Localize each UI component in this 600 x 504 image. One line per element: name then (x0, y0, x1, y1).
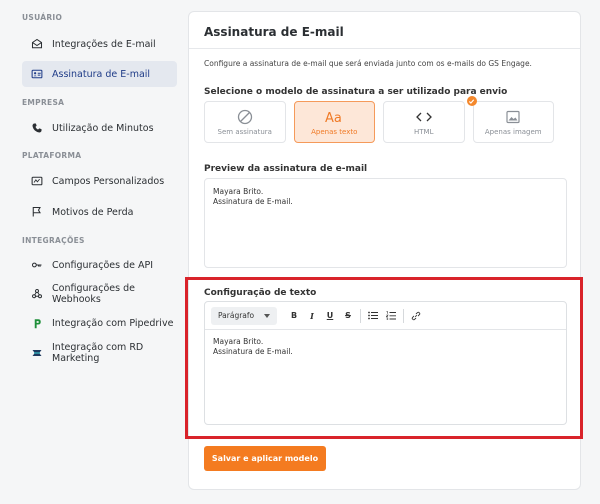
sidebar-item-label: Campos Personalizados (52, 175, 165, 187)
preview-line: Mayara Brito. (213, 187, 264, 196)
highlight-box (185, 277, 583, 439)
sidebar-item-integracoes-email[interactable]: Integrações de E-mail (22, 31, 177, 57)
section-title-empresa: EMPRESA (22, 98, 65, 107)
mail-icon (30, 37, 44, 51)
sidebar-item-assinatura-email[interactable]: Assinatura de E-mail (22, 61, 177, 87)
svg-text:Aa: Aa (325, 111, 342, 125)
sidebar-item-pipedrive[interactable]: Integração com Pipedrive (22, 310, 177, 336)
sidebar: USUÁRIO Integrações de E-mail Assinatura… (0, 0, 185, 504)
sidebar-item-label: Integrações de E-mail (52, 38, 156, 50)
no-signature-icon (237, 109, 253, 125)
option-html[interactable]: HTML (383, 101, 465, 143)
sidebar-item-label: Configurações de Webhooks (52, 283, 135, 305)
rd-logo-icon (30, 346, 44, 360)
option-apenas-imagem[interactable]: Apenas imagem (466, 96, 554, 143)
key-icon (30, 258, 44, 272)
page-description: Configure a assinatura de e-mail que ser… (204, 59, 532, 68)
sidebar-item-label: Configurações de API (52, 259, 154, 271)
preview-label: Preview da assinatura de e-mail (204, 164, 368, 174)
divider (189, 48, 580, 49)
option-sem-assinatura[interactable]: Sem assinatura (204, 101, 286, 143)
option-label: Apenas texto (311, 127, 358, 136)
image-icon (505, 109, 521, 125)
section-title-integracoes: INTEGRAÇÕES (22, 236, 85, 245)
signature-preview: Mayara Brito. Assinatura de E-mail. (204, 178, 567, 268)
id-card-icon (30, 67, 44, 81)
option-label: HTML (414, 127, 434, 136)
sidebar-item-utilizacao-minutos[interactable]: Utilização de Minutos (22, 115, 177, 141)
check-badge-icon (466, 96, 477, 106)
sidebar-item-label: Integração com Pipedrive (52, 317, 174, 329)
pipedrive-logo-icon (30, 316, 44, 330)
sidebar-item-label: Integração com RD Marketing (52, 342, 144, 364)
sidebar-item-label: Motivos de Perda (52, 206, 134, 218)
sidebar-item-campos-personalizados[interactable]: Campos Personalizados (22, 168, 177, 194)
sidebar-item-motivos-perda[interactable]: Motivos de Perda (22, 199, 177, 225)
preview-line: Assinatura de E-mail. (213, 197, 293, 206)
sidebar-item-config-api[interactable]: Configurações de API (22, 252, 177, 278)
custom-field-icon (30, 174, 44, 188)
section-title-usuario: USUÁRIO (22, 13, 63, 22)
phone-icon (30, 121, 44, 135)
webhook-icon (30, 287, 44, 301)
sidebar-item-config-webhooks[interactable]: Configurações de Webhooks (22, 281, 177, 307)
signature-model-options: Sem assinatura Aa Apenas texto HTML Apen… (204, 96, 554, 143)
flag-icon (30, 205, 44, 219)
option-label: Apenas imagem (484, 127, 542, 136)
text-icon: Aa (324, 109, 344, 125)
model-select-label: Selecione o modelo de assinatura a ser u… (204, 87, 508, 97)
page-title: Assinatura de E-mail (204, 25, 344, 39)
sidebar-item-rd-marketing[interactable]: Integração com RD Marketing (22, 340, 177, 366)
sidebar-item-label: Utilização de Minutos (52, 122, 154, 134)
option-label: Sem assinatura (217, 127, 272, 136)
section-title-plataforma: PLATAFORMA (22, 151, 82, 160)
option-apenas-texto[interactable]: Aa Apenas texto (293, 101, 375, 143)
code-icon (415, 109, 433, 125)
save-apply-button[interactable]: Salvar e aplicar modelo (204, 446, 326, 471)
sidebar-item-label: Assinatura de E-mail (52, 68, 151, 80)
